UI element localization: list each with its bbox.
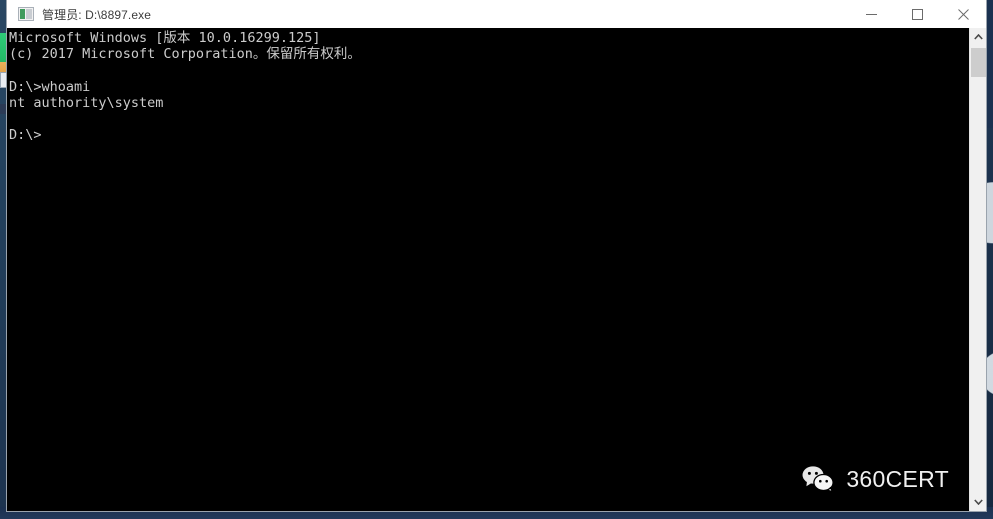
scrollbar-thumb[interactable] <box>971 48 986 77</box>
console-icon <box>18 7 34 21</box>
window-controls <box>848 0 986 28</box>
watermark-text: 360CERT <box>846 465 949 492</box>
console-output-text: Microsoft Windows [版本 10.0.16299.125] (c… <box>9 30 361 144</box>
maximize-button[interactable] <box>894 0 940 28</box>
scroll-up-icon[interactable] <box>970 28 986 46</box>
console-screen[interactable]: Microsoft Windows [版本 10.0.16299.125] (c… <box>7 28 969 511</box>
window-title: 管理员: D:\8897.exe <box>42 7 151 22</box>
watermark: 360CERT <box>802 465 949 493</box>
title-bar[interactable]: 管理员: D:\8897.exe <box>7 0 986 28</box>
desktop-background: 管理员: D:\8897.exe Microsoft Windows [版本 1… <box>0 0 993 519</box>
scrollbar-track[interactable] <box>970 46 986 493</box>
close-button[interactable] <box>940 0 986 28</box>
minimize-button[interactable] <box>848 0 894 28</box>
wechat-bubbles-icon <box>802 466 835 493</box>
console-body: Microsoft Windows [版本 10.0.16299.125] (c… <box>7 28 986 511</box>
console-window: 管理员: D:\8897.exe Microsoft Windows [版本 1… <box>6 0 987 512</box>
scroll-down-icon[interactable] <box>970 493 986 511</box>
console-scrollbar[interactable] <box>969 28 986 511</box>
